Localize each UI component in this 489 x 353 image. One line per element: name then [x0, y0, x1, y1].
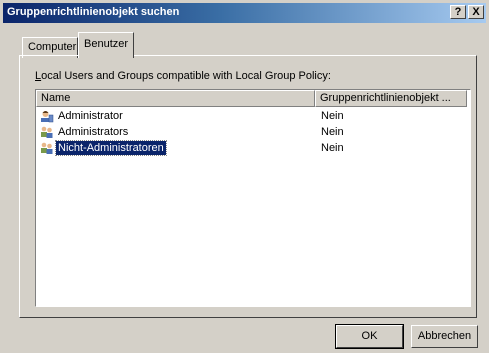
- users-groups-list[interactable]: Name Gruppenrichtlinienobjekt ... Admini…: [35, 89, 471, 307]
- ok-button[interactable]: OK: [335, 324, 404, 349]
- tab-benutzer[interactable]: Benutzer: [78, 32, 134, 58]
- group-icon: [41, 142, 53, 154]
- user-icon: [41, 111, 54, 123]
- list-row[interactable]: Nicht-Administratoren Nein: [36, 140, 468, 156]
- row-gpo-value: Nein: [321, 126, 344, 138]
- row-gpo-value: Nein: [321, 110, 344, 122]
- list-row[interactable]: Administrators Nein: [36, 124, 468, 140]
- list-caption: Local Users and Groups compatible with L…: [35, 70, 331, 82]
- list-row[interactable]: Administrator Nein: [36, 108, 468, 124]
- row-gpo-value: Nein: [321, 142, 344, 154]
- title-bar: Gruppenrichtlinienobjekt suchen ? X: [3, 3, 486, 23]
- close-button[interactable]: X: [468, 5, 484, 19]
- row-name: Administrators: [58, 126, 129, 138]
- row-name: Administrator: [58, 110, 123, 122]
- help-button[interactable]: ?: [450, 5, 466, 19]
- caption-text: ocal Users and Groups compatible with Lo…: [41, 70, 331, 82]
- window-title: Gruppenrichtlinienobjekt suchen: [7, 6, 180, 18]
- cancel-button[interactable]: Abbrechen: [411, 325, 478, 348]
- row-name: Nicht-Administratoren: [55, 140, 167, 156]
- group-icon: [41, 126, 53, 138]
- dialog-window: Gruppenrichtlinienobjekt suchen ? X Comp…: [0, 0, 489, 353]
- column-header-name[interactable]: Name: [36, 90, 315, 107]
- column-header-gpo[interactable]: Gruppenrichtlinienobjekt ...: [315, 90, 467, 107]
